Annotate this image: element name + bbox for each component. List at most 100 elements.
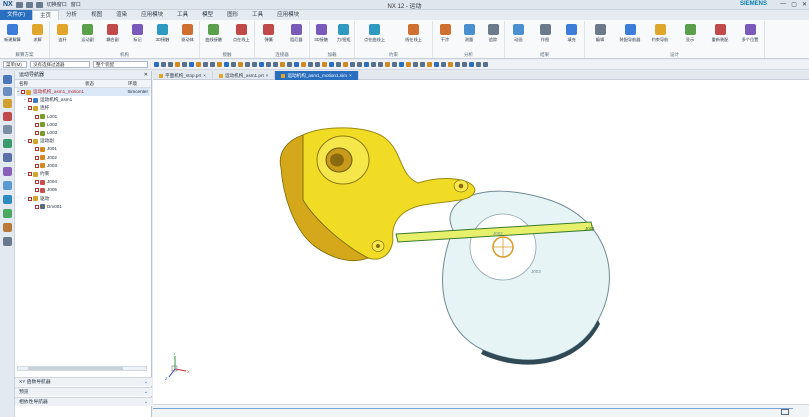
snap-point-icon[interactable]: [427, 62, 432, 67]
snap-point-icon[interactable]: [455, 62, 460, 67]
ribbon-tab-1[interactable]: 主页: [32, 10, 60, 20]
system-scenes-icon[interactable]: [3, 223, 12, 232]
roles-icon[interactable]: [3, 209, 12, 218]
snap-point-icon[interactable]: [469, 62, 474, 67]
ribbon-button-1-4[interactable]: 3D接触: [152, 24, 174, 48]
motion-navigator-icon[interactable]: [3, 112, 12, 121]
tree-row[interactable]: J003: [31, 162, 150, 170]
snap-point-icon[interactable]: [217, 62, 222, 67]
snap-point-icon[interactable]: [441, 62, 446, 67]
snap-point-icon[interactable]: [301, 62, 306, 67]
maximize-button[interactable]: ▢: [791, 1, 797, 8]
snap-point-icon[interactable]: [371, 62, 376, 67]
selection-filter-dropdown[interactable]: 没有选择过滤器: [30, 61, 90, 68]
tree-row[interactable]: − 运动机构_asm1_motion1 Simcenter: [17, 88, 150, 96]
hd3d-tools-icon[interactable]: [3, 139, 12, 148]
snap-point-icon[interactable]: [476, 62, 481, 67]
ribbon-button-1-1[interactable]: 运动副: [77, 24, 99, 48]
ribbon-button-8-5[interactable]: 多个位置: [739, 24, 761, 48]
dependency-navigator-panel[interactable]: 相依性导航器 ⌄: [15, 397, 152, 406]
model-view[interactable]: J001 J003 J002 Y X Z: [153, 80, 809, 404]
snap-point-icon[interactable]: [343, 62, 348, 67]
visibility-checkbox[interactable]: [21, 90, 25, 94]
tree-row[interactable]: − 约束: [24, 170, 150, 178]
snap-point-icon[interactable]: [273, 62, 278, 67]
snap-point-icon[interactable]: [483, 62, 488, 67]
reuse-library-icon[interactable]: [3, 125, 12, 134]
visibility-checkbox[interactable]: [35, 147, 39, 152]
ribbon-tab-7[interactable]: 模型: [195, 10, 220, 20]
window-menu-label[interactable]: 窗口: [71, 1, 81, 8]
ribbon-tab-4[interactable]: 渲染: [109, 10, 134, 20]
column-environment[interactable]: 环境: [128, 80, 137, 88]
snap-point-icon[interactable]: [266, 62, 271, 67]
graphics-window[interactable]: J001 J003 J002 Y X Z: [153, 80, 809, 404]
preview-panel[interactable]: 预览 ⌄: [15, 387, 152, 396]
close-tab-icon[interactable]: ×: [349, 71, 352, 80]
tree-row[interactable]: L002: [31, 121, 150, 129]
ribbon-button-3-1[interactable]: 阻尼器: [285, 24, 307, 48]
visibility-checkbox[interactable]: [35, 155, 39, 160]
close-button[interactable]: ✕: [802, 1, 807, 8]
ribbon-button-4-0[interactable]: 3D接触: [310, 24, 332, 48]
tree-row[interactable]: − 运动机构_asm1: [24, 96, 150, 104]
snap-point-icon[interactable]: [161, 62, 166, 67]
ribbon-button-0-1[interactable]: 求解: [27, 24, 49, 48]
ribbon-button-6-0[interactable]: 干涉: [434, 24, 456, 48]
assembly-navigator-icon[interactable]: [3, 75, 12, 84]
tree-row[interactable]: J004: [31, 178, 150, 186]
tree-row[interactable]: J005: [31, 186, 150, 194]
snap-point-icon[interactable]: [448, 62, 453, 67]
snap-point-icon[interactable]: [175, 62, 180, 67]
visibility-checkbox[interactable]: [28, 172, 32, 176]
snap-point-icon[interactable]: [322, 62, 327, 67]
cam-disc[interactable]: [442, 190, 610, 361]
visibility-checkbox[interactable]: [35, 122, 39, 127]
snap-point-icon[interactable]: [378, 62, 383, 67]
ribbon-button-1-2[interactable]: 耦合副: [102, 24, 124, 48]
save-icon[interactable]: [15, 1, 23, 8]
ribbon-tab-6[interactable]: 工具: [170, 10, 195, 20]
visibility-checkbox[interactable]: [35, 180, 39, 185]
ribbon-tab-3[interactable]: 视图: [84, 10, 109, 20]
visibility-checkbox[interactable]: [35, 114, 39, 119]
snap-point-icon[interactable]: [350, 62, 355, 67]
snap-point-icon[interactable]: [420, 62, 425, 67]
part-navigator-icon[interactable]: [3, 99, 12, 108]
ribbon-button-8-4[interactable]: 重新装配: [709, 24, 731, 48]
web-browser-icon[interactable]: [3, 153, 12, 162]
snap-point-icon[interactable]: [364, 62, 369, 67]
document-tab-0[interactable]: 平面机构_stop.prt ×: [153, 71, 213, 80]
snap-point-icon[interactable]: [336, 62, 341, 67]
tree-row[interactable]: L003: [31, 129, 150, 137]
tree-row[interactable]: − 驱动: [24, 195, 150, 203]
ribbon-button-5-0[interactable]: 点在曲线上: [364, 24, 386, 48]
tree-row[interactable]: J002: [31, 154, 150, 162]
tree-row[interactable]: − 运动副: [24, 137, 150, 145]
snap-point-icon[interactable]: [210, 62, 215, 67]
print-icon[interactable]: [3, 237, 12, 246]
ribbon-button-7-2[interactable]: 填充: [561, 24, 583, 48]
ribbon-tab-0[interactable]: 文件(F): [0, 10, 33, 20]
visibility-checkbox[interactable]: [35, 131, 39, 135]
column-status[interactable]: 状态: [85, 80, 94, 88]
ribbon-button-1-5[interactable]: 驱动体: [177, 24, 199, 48]
snap-point-icon[interactable]: [287, 62, 292, 67]
ribbon-button-5-1[interactable]: 线在线上: [403, 24, 425, 48]
minimize-button[interactable]: —: [780, 1, 786, 8]
visibility-checkbox[interactable]: [35, 188, 39, 193]
ribbon-tab-5[interactable]: 应用模块: [134, 10, 170, 20]
xy-function-navigator-panel[interactable]: XY 函数导航器 ⌄: [15, 377, 152, 386]
ribbon-button-8-2[interactable]: 约束导航: [649, 24, 671, 48]
ribbon-button-1-3[interactable]: 标记: [127, 24, 149, 48]
snap-point-icon[interactable]: [385, 62, 390, 67]
full-screen-icon[interactable]: [781, 409, 789, 415]
tree-row[interactable]: − 连杆: [24, 104, 150, 112]
close-navigator-icon[interactable]: ✕: [144, 71, 148, 80]
ribbon-tab-10[interactable]: 应用模块: [270, 10, 306, 20]
ribbon-button-7-0[interactable]: 动画: [507, 24, 529, 48]
snap-point-icon[interactable]: [182, 62, 187, 67]
snap-point-icon[interactable]: [329, 62, 334, 67]
ribbon-button-0-0[interactable]: 新建解算: [2, 24, 24, 48]
ribbon-button-2-1[interactable]: 点在线上: [230, 24, 252, 48]
